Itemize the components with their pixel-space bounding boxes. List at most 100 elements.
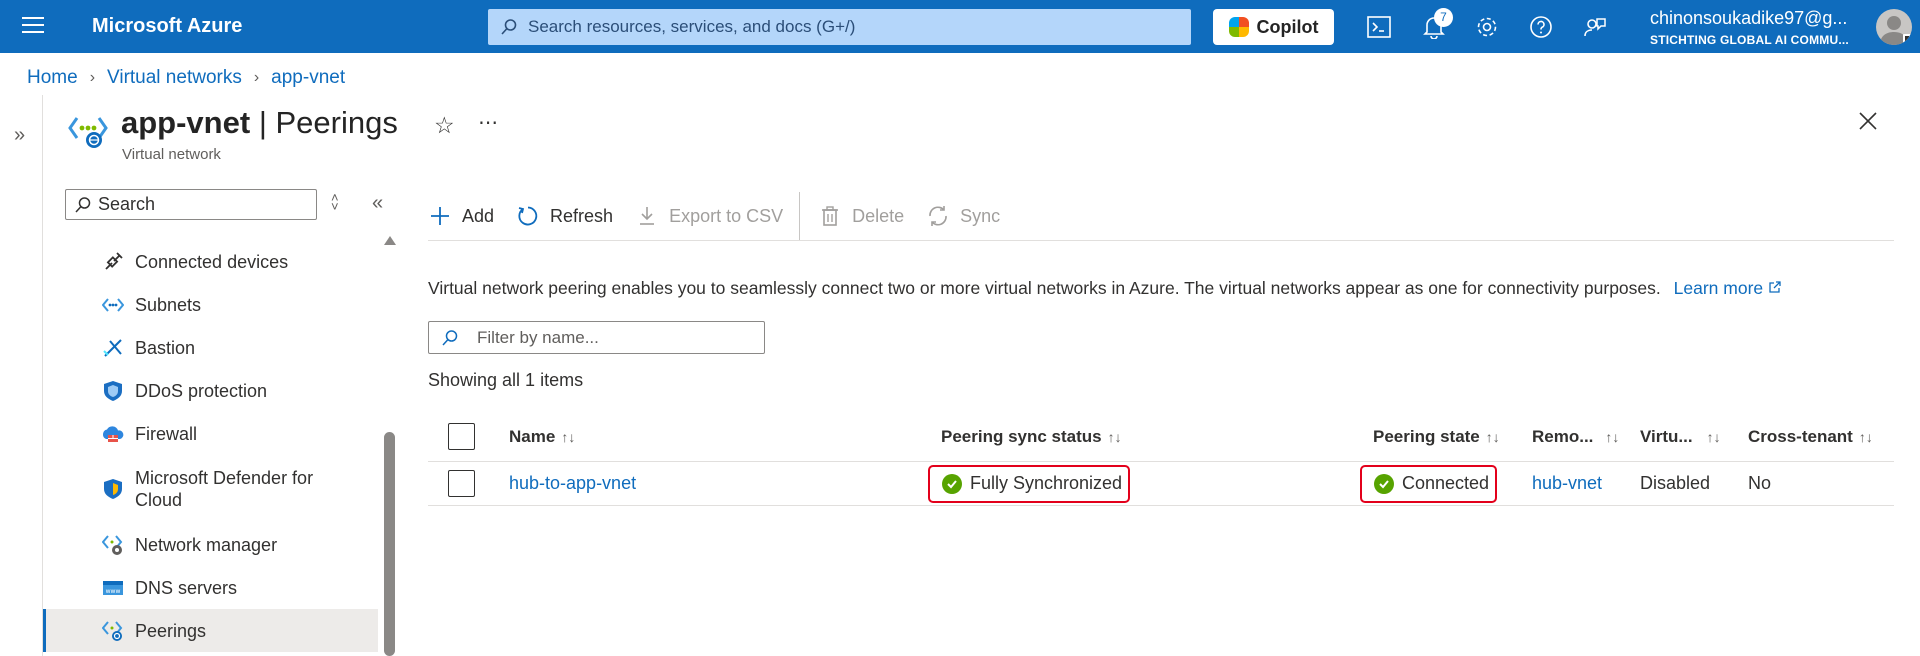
column-header-label: Name	[509, 426, 556, 446]
peering-name-link[interactable]: hub-to-app-vnet	[509, 462, 636, 505]
collapse-nav-icon[interactable]: «	[372, 192, 383, 215]
sidebar-item-label: Subnets	[135, 294, 202, 315]
search-icon	[500, 18, 518, 41]
account-directory: STICHTING GLOBAL AI COMMU...	[1650, 33, 1849, 47]
peering-state-cell: Connected	[1360, 462, 1498, 505]
column-header-label: Cross-tenant	[1748, 426, 1853, 446]
select-all-checkbox[interactable]	[448, 423, 475, 450]
breadcrumb-home[interactable]: Home	[27, 67, 78, 89]
sidebar-item-label: Connected devices	[135, 251, 289, 272]
svg-text:www: www	[106, 588, 121, 595]
column-header-remote[interactable]: Remo... ↑↓	[1532, 412, 1619, 461]
sidebar-item-connected-devices[interactable]: Connected devices	[43, 240, 378, 283]
cloud-shell-icon[interactable]	[1366, 14, 1392, 40]
info-description: Virtual network peering enables you to s…	[428, 278, 1661, 298]
remote-vnet-link[interactable]: hub-vnet	[1532, 462, 1602, 505]
scroll-up-arrow-icon[interactable]	[384, 236, 396, 245]
nav-list: Connected devices Subnets Bastion DDoS p…	[43, 240, 378, 652]
column-header-sync-status[interactable]: Peering sync status ↑↓	[941, 412, 1122, 461]
sync-status-cell: Fully Synchronized	[928, 462, 1131, 505]
sync-button[interactable]: Sync	[926, 204, 1000, 228]
toolbar-divider-line	[428, 240, 1894, 241]
table-row[interactable]: hub-to-app-vnet Fully Synchronized Conne…	[428, 462, 1894, 506]
column-header-cross-tenant[interactable]: Cross-tenant ↑↓	[1748, 412, 1873, 461]
global-search-input[interactable]	[528, 9, 1178, 45]
virtual-network-icon	[68, 114, 108, 155]
refresh-button[interactable]: Refresh	[516, 204, 613, 228]
top-bar: Microsoft Azure Copilot 7 chinonsoukadik…	[0, 0, 1920, 53]
sort-updown-icon[interactable]: ˄ ˅	[331, 191, 339, 213]
global-search[interactable]	[488, 9, 1191, 45]
help-icon[interactable]	[1528, 14, 1554, 40]
toolbar-divider	[799, 192, 801, 240]
column-header-label: Peering state	[1373, 426, 1480, 446]
learn-more-link[interactable]: Learn more	[1674, 278, 1781, 298]
brand-title[interactable]: Microsoft Azure	[92, 15, 242, 38]
breadcrumb: Home › Virtual networks › app-vnet	[27, 67, 345, 89]
sidebar-item-label: Microsoft Defender for Cloud	[135, 468, 314, 510]
filter-box[interactable]	[428, 321, 765, 354]
column-header-virtual[interactable]: Virtu... ↑↓	[1640, 412, 1721, 461]
sidebar-item-label: Network manager	[135, 534, 278, 555]
sidebar-item-ddos-protection[interactable]: DDoS protection	[43, 369, 378, 412]
sort-icon: ↑↓	[1858, 428, 1873, 445]
peering-state-highlight: Connected	[1360, 464, 1498, 503]
sync-icon	[926, 204, 950, 228]
bastion-icon	[101, 336, 125, 360]
sidebar-item-dns-servers[interactable]: www DNS servers	[43, 566, 378, 609]
column-header-label: Peering sync status	[941, 426, 1102, 446]
sidebar-item-network-manager[interactable]: Network manager	[43, 523, 378, 566]
success-check-icon	[942, 473, 962, 494]
column-header-name[interactable]: Name ↑↓	[509, 412, 575, 461]
nav-search[interactable]	[65, 189, 317, 220]
more-options-icon[interactable]: ⋯	[478, 110, 499, 135]
column-header-label: Remo...	[1532, 426, 1594, 446]
export-label: Export to CSV	[669, 205, 784, 226]
table-header: Name ↑↓ Peering sync status ↑↓ Peering sta…	[428, 412, 1894, 462]
favorite-star-icon[interactable]: ☆	[434, 112, 455, 139]
nav-scrollbar[interactable]	[384, 236, 396, 656]
scrollbar-thumb[interactable]	[384, 432, 395, 656]
add-button[interactable]: Add	[428, 204, 494, 228]
sidebar-item-peerings[interactable]: Peerings	[43, 609, 378, 652]
column-header-peering-state[interactable]: Peering state ↑↓	[1373, 412, 1500, 461]
filter-input[interactable]	[477, 322, 757, 353]
sidebar-item-label: Bastion	[135, 337, 196, 358]
plus-icon	[428, 204, 452, 228]
peerings-table: Name ↑↓ Peering sync status ↑↓ Peering sta…	[428, 412, 1894, 506]
sort-icon: ↑↓	[1605, 428, 1620, 445]
download-icon	[635, 204, 659, 228]
menu-icon[interactable]	[22, 17, 44, 35]
chevron-right-icon: ›	[253, 69, 260, 86]
export-csv-button[interactable]: Export to CSV	[635, 204, 783, 228]
sidebar-item-defender-for-cloud[interactable]: Microsoft Defender for Cloud	[43, 455, 378, 523]
add-label: Add	[462, 205, 495, 226]
external-link-icon	[1769, 281, 1781, 293]
breadcrumb-app-vnet[interactable]: app-vnet	[271, 67, 345, 89]
resource-name: app-vnet	[121, 105, 251, 140]
settings-gear-icon[interactable]	[1474, 14, 1500, 40]
firewall-icon	[101, 422, 125, 446]
avatar[interactable]	[1876, 9, 1912, 45]
delete-button[interactable]: Delete	[818, 204, 904, 228]
account-info[interactable]: chinonsoukadike97@g... STICHTING GLOBAL …	[1650, 8, 1849, 47]
nav-search-input[interactable]	[98, 190, 308, 219]
sidebar-item-bastion[interactable]: Bastion	[43, 326, 378, 369]
feedback-icon[interactable]	[1582, 14, 1608, 40]
connected-devices-icon	[101, 250, 125, 274]
title-separator: |	[258, 105, 267, 140]
copilot-button[interactable]: Copilot	[1213, 9, 1334, 45]
sidebar-item-firewall[interactable]: Firewall	[43, 412, 378, 455]
row-select-cell	[448, 462, 475, 505]
ddos-shield-icon	[101, 379, 125, 403]
breadcrumb-virtual-networks[interactable]: Virtual networks	[107, 67, 242, 89]
close-icon[interactable]	[1859, 112, 1877, 135]
page-title: app-vnet | Peerings	[121, 105, 398, 141]
success-check-icon	[1374, 473, 1394, 494]
sidebar-item-subnets[interactable]: Subnets	[43, 283, 378, 326]
expand-menu-icon[interactable]: »	[14, 124, 25, 147]
sync-status-highlight: Fully Synchronized	[928, 464, 1131, 503]
row-checkbox[interactable]	[448, 470, 475, 497]
search-icon	[441, 329, 459, 352]
items-count: Showing all 1 items	[428, 370, 584, 390]
